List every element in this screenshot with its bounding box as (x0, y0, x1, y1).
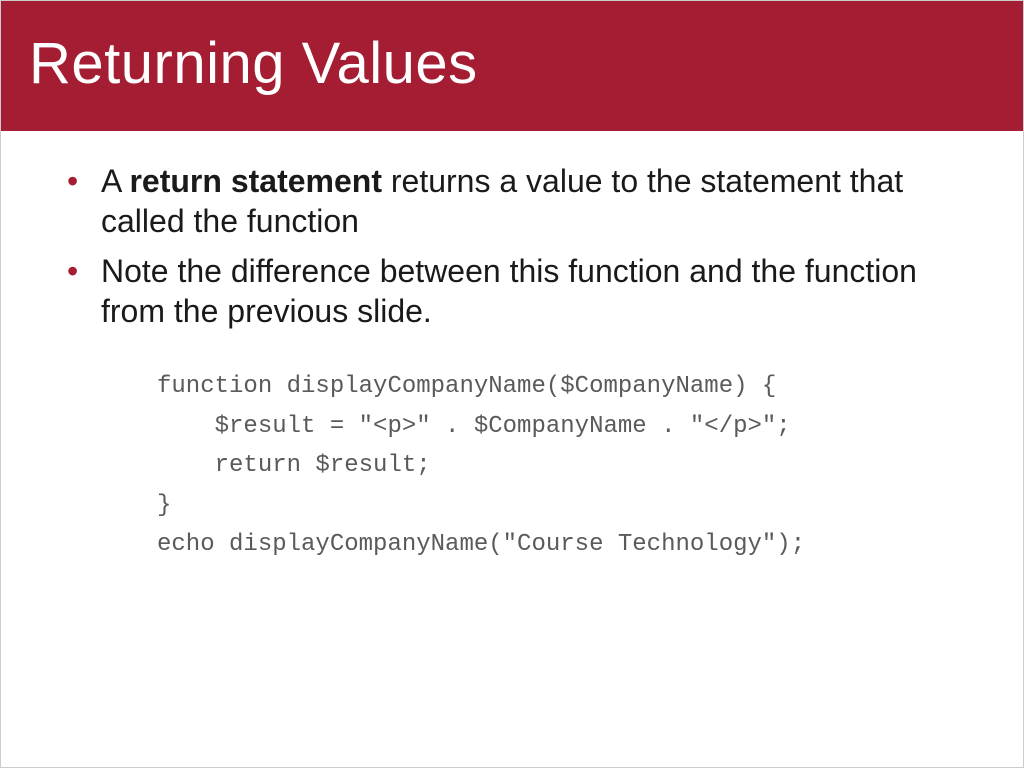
title-bar: Returning Values (1, 1, 1023, 131)
bullet-list: A return statement returns a value to th… (57, 161, 967, 331)
code-block: function displayCompanyName($CompanyName… (157, 367, 967, 565)
slide-title: Returning Values (29, 30, 478, 97)
slide: Returning Values A return statement retu… (0, 0, 1024, 768)
bullet-text-pre: A (101, 163, 129, 199)
bullet-text-pre: Note the difference between this functio… (101, 253, 917, 329)
bullet-text-bold: return statement (129, 163, 382, 199)
slide-body: A return statement returns a value to th… (1, 131, 1023, 565)
bullet-item: A return statement returns a value to th… (57, 161, 967, 241)
bullet-item: Note the difference between this functio… (57, 251, 967, 331)
